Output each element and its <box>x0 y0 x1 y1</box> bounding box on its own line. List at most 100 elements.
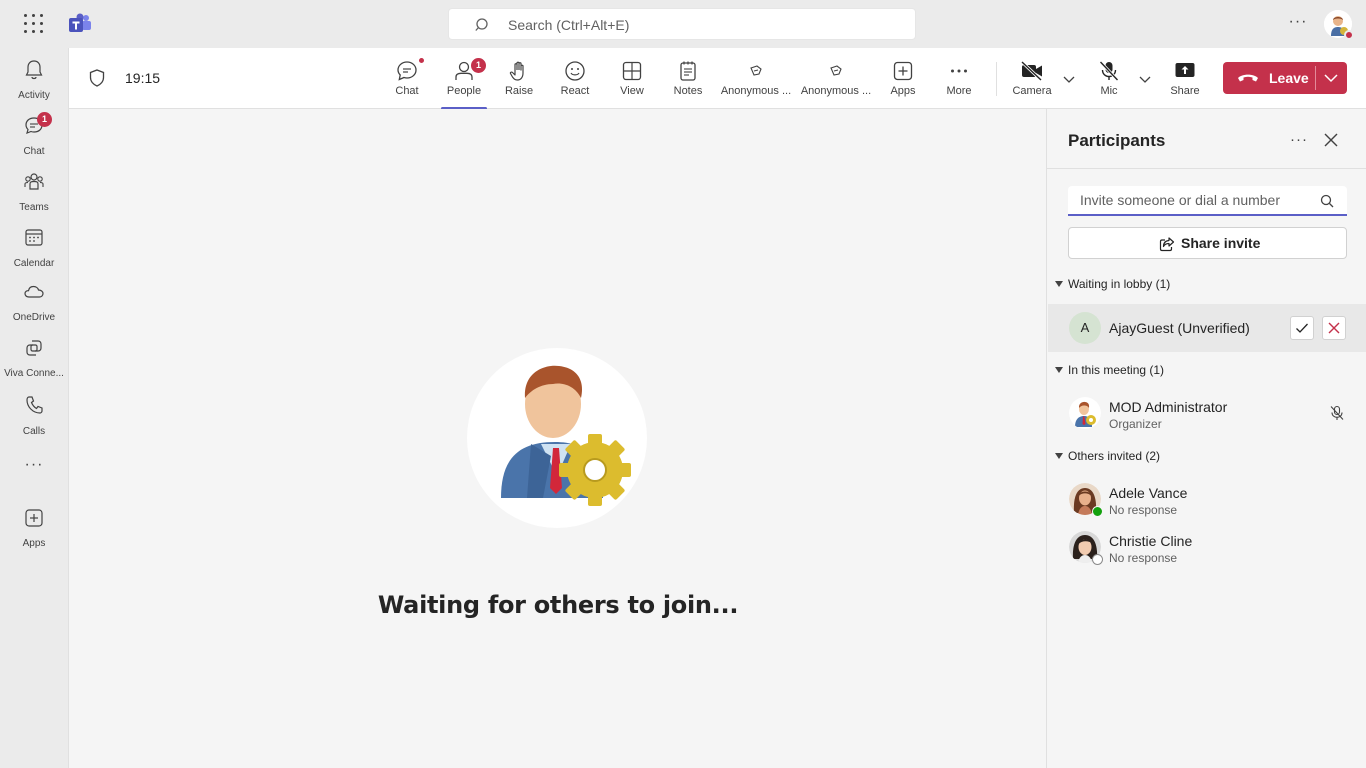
more-horizontal-icon <box>951 69 967 73</box>
toolbar-label: React <box>560 85 590 97</box>
plus-box-icon <box>893 61 913 81</box>
rail-label: Activity <box>18 90 50 101</box>
deny-button[interactable] <box>1322 316 1346 340</box>
phone-icon <box>26 396 43 414</box>
view-button[interactable]: View <box>615 56 649 104</box>
anonymous-app-icon <box>750 65 762 76</box>
rail-item-chat[interactable]: 1 Chat <box>0 110 68 162</box>
people-count-badge: 1 <box>471 58 486 73</box>
more-apps-button[interactable]: ··· <box>24 456 44 474</box>
meeting-participant-row[interactable]: MOD Administrator Organizer <box>1048 389 1366 437</box>
search-placeholder: Search (Ctrl+Alt+E) <box>508 17 630 33</box>
lobby-section-header[interactable]: Waiting in lobby (1) <box>1055 277 1170 291</box>
invited-participant-row[interactable]: Christie Cline No response <box>1048 523 1366 571</box>
camera-options-chevron-icon[interactable] <box>1062 72 1076 86</box>
viva-connections-icon <box>26 340 42 356</box>
rail-label: Chat <box>23 146 45 157</box>
people-button[interactable]: 1 People <box>441 56 487 110</box>
profile-avatar[interactable] <box>1324 10 1354 40</box>
calendar-icon <box>25 229 43 246</box>
leave-button-group: Leave <box>1223 62 1347 94</box>
section-label: In this meeting (1) <box>1068 363 1165 377</box>
toolbar-label: Apps <box>890 85 916 97</box>
rail-item-activity[interactable]: Activity <box>0 54 68 106</box>
rail-label: Teams <box>19 202 49 213</box>
toolbar-label: Share <box>1170 85 1200 97</box>
section-label: Waiting in lobby (1) <box>1068 277 1171 291</box>
grid-view-icon <box>622 61 642 81</box>
rail-label: Calls <box>22 426 46 437</box>
bell-icon <box>25 60 43 80</box>
rail-label: Calendar <box>13 258 55 269</box>
toolbar-divider <box>996 62 997 96</box>
panel-more-button[interactable]: ··· <box>1289 131 1309 151</box>
close-icon[interactable] <box>1324 133 1338 147</box>
leave-button[interactable]: Leave <box>1223 62 1315 94</box>
mic-button[interactable]: Mic <box>1095 56 1123 104</box>
participant-name: Christie Cline <box>1109 533 1193 549</box>
admin-avatar-icon <box>1069 397 1101 429</box>
lobby-participant-row[interactable]: A AjayGuest (Unverified) <box>1048 304 1366 352</box>
leave-options-chevron-icon[interactable] <box>1321 71 1341 85</box>
waiting-message: Waiting for others to join... <box>377 591 739 619</box>
rail-item-calendar[interactable]: Calendar <box>0 222 68 274</box>
invite-field[interactable] <box>1068 186 1347 216</box>
share-screen-icon <box>1175 63 1195 77</box>
in-meeting-section-header[interactable]: In this meeting (1) <box>1055 363 1164 377</box>
meeting-toolbar: 19:15 Chat 1 People Raise React View Not… <box>68 48 1366 110</box>
app-rail: Activity 1 Chat Teams Calendar OneDrive … <box>0 48 68 768</box>
plus-box-icon <box>25 509 43 527</box>
anonymous-app-2-button[interactable]: Anonymous ... <box>800 56 872 104</box>
participant-status: No response <box>1109 551 1178 565</box>
share-icon <box>1159 237 1175 252</box>
search-box[interactable]: Search (Ctrl+Alt+E) <box>448 8 916 40</box>
toolbar-label: More <box>946 85 972 97</box>
react-button[interactable]: React <box>557 56 593 104</box>
anonymous-app-1-button[interactable]: Anonymous ... <box>720 56 792 104</box>
invited-section-header[interactable]: Others invited (2) <box>1055 449 1160 463</box>
more-button[interactable]: More <box>942 56 976 104</box>
admit-button[interactable] <box>1290 316 1314 340</box>
rail-item-apps[interactable]: Apps <box>0 502 68 554</box>
collapse-triangle-icon <box>1055 453 1063 459</box>
raise-hand-button[interactable]: Raise <box>501 56 537 104</box>
search-icon <box>475 18 488 31</box>
rail-item-calls[interactable]: Calls <box>0 390 68 442</box>
deny-x-icon <box>1328 322 1340 334</box>
toolbar-label: Anonymous ... <box>800 85 872 97</box>
rail-label: OneDrive <box>12 312 56 323</box>
settings-more-button[interactable]: ··· <box>1286 12 1310 36</box>
mic-off-icon[interactable] <box>1329 405 1345 421</box>
chat-button[interactable]: Chat <box>390 56 425 104</box>
participant-initial-avatar: A <box>1069 312 1101 344</box>
camera-button[interactable]: Camera <box>1011 56 1053 104</box>
chat-icon <box>397 61 417 81</box>
notes-icon <box>680 61 696 81</box>
rail-item-teams[interactable]: Teams <box>0 166 68 218</box>
participants-panel: Participants ··· Share invite Waiting in… <box>1046 109 1366 768</box>
smiley-icon <box>565 61 585 81</box>
share-button[interactable]: Share <box>1167 56 1203 104</box>
checkmark-icon <box>1296 323 1308 333</box>
apps-button[interactable]: Apps <box>887 56 919 104</box>
toolbar-label: Mic <box>1100 85 1118 97</box>
participant-role: Organizer <box>1109 417 1162 431</box>
rail-item-onedrive[interactable]: OneDrive <box>0 276 68 328</box>
invited-participant-row[interactable]: Adele Vance No response <box>1048 475 1366 523</box>
invite-input[interactable] <box>1080 192 1310 208</box>
mic-options-chevron-icon[interactable] <box>1138 72 1152 86</box>
organizer-avatar <box>467 348 647 528</box>
search-icon <box>1320 194 1334 208</box>
notes-button[interactable]: Notes <box>669 56 707 104</box>
rail-item-viva-connections[interactable]: Viva Conne... <box>0 332 68 384</box>
app-launcher-icon[interactable] <box>24 14 44 34</box>
collapse-triangle-icon <box>1055 281 1063 287</box>
toolbar-label: People <box>446 85 482 97</box>
shield-icon[interactable] <box>89 69 105 87</box>
section-label: Others invited (2) <box>1068 449 1161 463</box>
rail-label: Viva Conne... <box>4 368 64 379</box>
toolbar-label: Camera <box>1012 85 1052 97</box>
presence-offline-icon <box>1092 554 1103 565</box>
cloud-icon <box>24 285 44 298</box>
share-invite-button[interactable]: Share invite <box>1068 227 1347 259</box>
